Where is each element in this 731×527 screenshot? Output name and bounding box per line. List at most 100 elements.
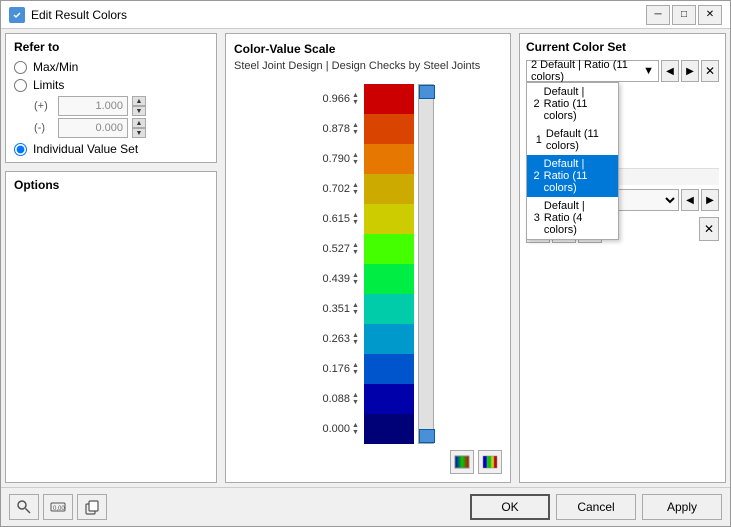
value-row-2: 0.790▲▼ [300, 144, 362, 174]
scale-tool-1[interactable] [450, 450, 474, 474]
spin-up-6[interactable]: ▲ [352, 272, 362, 279]
value-text-4: 0.615 [300, 213, 350, 225]
spin-down-8[interactable]: ▼ [352, 339, 362, 346]
spin-up-11[interactable]: ▲ [352, 422, 362, 429]
dropdown-item-3[interactable]: 3 Default | Ratio (4 colors) [527, 197, 618, 239]
spin-up-2[interactable]: ▲ [352, 152, 362, 159]
nav-prev-button[interactable]: ◀ [661, 60, 679, 82]
custom-dropdown: 2 Default | Ratio (11 colors) ▼ 2 Defaul… [526, 60, 659, 82]
spin-down-10[interactable]: ▼ [352, 399, 362, 406]
color-swatch-6[interactable] [364, 264, 414, 294]
radio-maxmin[interactable]: Max/Min [14, 60, 208, 74]
item-num-1: 1 [533, 134, 542, 146]
value-row-10: 0.088▲▼ [300, 384, 362, 414]
radio-limits[interactable]: Limits [14, 78, 208, 92]
spin-up-8[interactable]: ▲ [352, 332, 362, 339]
color-swatch-7[interactable] [364, 294, 414, 324]
color-swatch-4[interactable] [364, 204, 414, 234]
minus-value-input[interactable]: 0.000 [58, 118, 128, 138]
spin-down-6[interactable]: ▼ [352, 279, 362, 286]
spin-down-4[interactable]: ▼ [352, 219, 362, 226]
spin-down-5[interactable]: ▼ [352, 249, 362, 256]
apply-button[interactable]: Apply [642, 494, 722, 520]
spin-up-3[interactable]: ▲ [352, 182, 362, 189]
value-text-11: 0.000 [300, 423, 350, 435]
dropdown-trigger[interactable]: 2 Default | Ratio (11 colors) ▼ [526, 60, 659, 82]
value-text-6: 0.439 [300, 273, 350, 285]
dropdown-item-1[interactable]: 1 Default (11 colors) [527, 125, 618, 155]
limits-sub-inputs: (+) 1.000 ▲ ▼ (-) 0.000 ▲ [34, 96, 208, 138]
color-swatch-2[interactable] [364, 144, 414, 174]
close-button[interactable]: ✕ [698, 5, 722, 25]
cancel-button[interactable]: Cancel [556, 494, 636, 520]
color-swatch-3[interactable] [364, 174, 414, 204]
spin-up-0[interactable]: ▲ [352, 92, 362, 99]
slider-top-thumb[interactable] [419, 85, 435, 99]
bottom-icon-group: 0,00 [9, 494, 464, 520]
color-swatch-11[interactable] [364, 414, 414, 444]
minus-row: (-) 0.000 ▲ ▼ [34, 118, 208, 138]
value-row-3: 0.702▲▼ [300, 174, 362, 204]
spin-up-9[interactable]: ▲ [352, 362, 362, 369]
spin-arrows-11: ▲▼ [352, 422, 362, 436]
spin-up-1[interactable]: ▲ [352, 122, 362, 129]
plus-spin-up[interactable]: ▲ [132, 96, 146, 106]
color-scale-title: Color-Value Scale [234, 42, 502, 56]
color-swatch-10[interactable] [364, 384, 414, 414]
color-swatch-8[interactable] [364, 324, 414, 354]
spin-down-7[interactable]: ▼ [352, 309, 362, 316]
radio-individual[interactable]: Individual Value Set [14, 142, 208, 156]
minus-spin-down[interactable]: ▼ [132, 128, 146, 138]
dropdown-arrow-icon: ▼ [643, 65, 654, 77]
radio-maxmin-input[interactable] [14, 61, 27, 74]
slider-bottom-thumb[interactable] [419, 429, 435, 443]
color-swatch-5[interactable] [364, 234, 414, 264]
spin-up-10[interactable]: ▲ [352, 392, 362, 399]
plus-row: (+) 1.000 ▲ ▼ [34, 96, 208, 116]
spin-arrows-3: ▲▼ [352, 182, 362, 196]
spin-up-4[interactable]: ▲ [352, 212, 362, 219]
ok-button[interactable]: OK [470, 494, 550, 520]
minimize-button[interactable]: ─ [646, 5, 670, 25]
color-set-close-button[interactable]: ✕ [701, 60, 719, 82]
dropdown-selected-text: 2 Default | Ratio (11 colors) [531, 59, 643, 83]
value-row-1: 0.878▲▼ [300, 114, 362, 144]
options-title: Options [14, 178, 208, 192]
color-swatch-1[interactable] [364, 114, 414, 144]
window-icon [9, 7, 25, 23]
spin-down-2[interactable]: ▼ [352, 159, 362, 166]
spin-arrows-0: ▲▼ [352, 92, 362, 106]
nav-next-button[interactable]: ▶ [681, 60, 699, 82]
minus-spin-up[interactable]: ▲ [132, 118, 146, 128]
spin-down-11[interactable]: ▼ [352, 429, 362, 436]
spin-down-1[interactable]: ▼ [352, 129, 362, 136]
value-display-button[interactable]: 0,00 [43, 494, 73, 520]
copy-icon-button[interactable] [77, 494, 107, 520]
value-nav-prev[interactable]: ◀ [681, 189, 699, 211]
spin-down-9[interactable]: ▼ [352, 369, 362, 376]
spin-down-3[interactable]: ▼ [352, 189, 362, 196]
item-num-0: 2 [533, 98, 540, 110]
scale-tools [234, 450, 502, 474]
value-text-0: 0.966 [300, 93, 350, 105]
dropdown-item-2[interactable]: 2 Default | Ratio (11 colors) [527, 155, 618, 197]
spin-down-0[interactable]: ▼ [352, 99, 362, 106]
spin-arrows-9: ▲▼ [352, 362, 362, 376]
color-swatch-9[interactable] [364, 354, 414, 384]
value-row-6: 0.439▲▼ [300, 264, 362, 294]
radio-individual-input[interactable] [14, 143, 27, 156]
search-icon-button[interactable] [9, 494, 39, 520]
plus-value-input[interactable]: 1.000 [58, 96, 128, 116]
dropdown-item-0[interactable]: 2 Default | Ratio (11 colors) [527, 83, 618, 125]
delete-button[interactable]: ✕ [699, 217, 719, 241]
scale-tool-2[interactable] [478, 450, 502, 474]
spin-up-5[interactable]: ▲ [352, 242, 362, 249]
spin-up-7[interactable]: ▲ [352, 302, 362, 309]
maximize-button[interactable]: □ [672, 5, 696, 25]
middle-panel: Color-Value Scale Steel Joint Design | D… [221, 29, 515, 487]
value-nav-next[interactable]: ▶ [701, 189, 719, 211]
radio-maxmin-label: Max/Min [33, 60, 78, 74]
color-swatch-0[interactable] [364, 84, 414, 114]
radio-limits-input[interactable] [14, 79, 27, 92]
plus-spin-down[interactable]: ▼ [132, 106, 146, 116]
